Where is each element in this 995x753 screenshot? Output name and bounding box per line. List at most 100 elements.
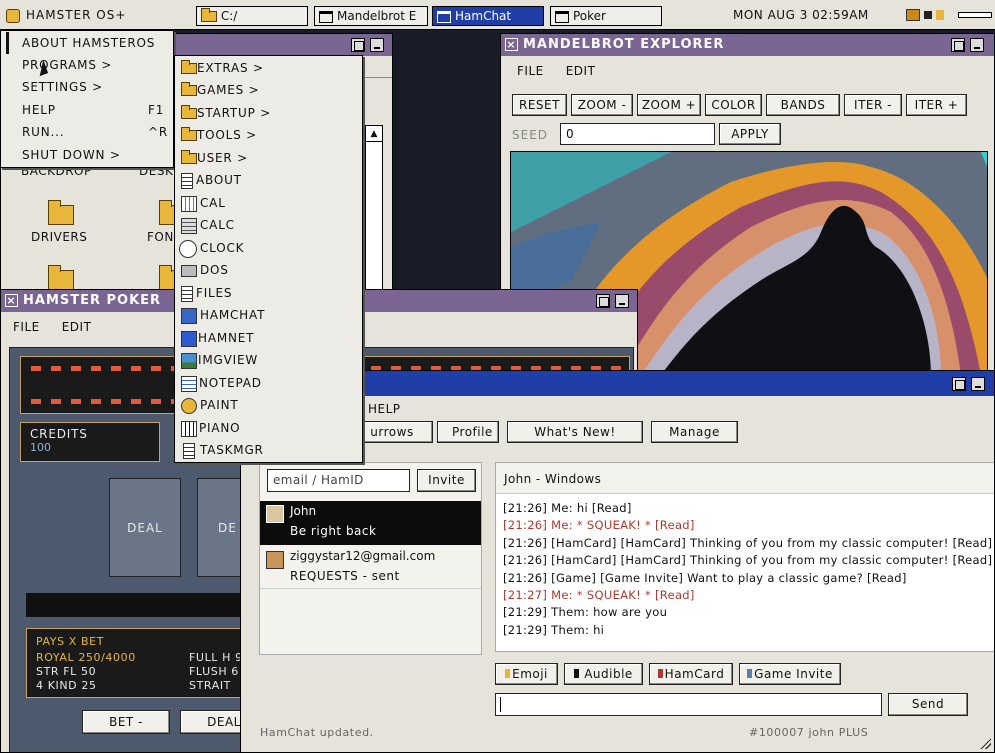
document-icon xyxy=(181,285,193,302)
avatar xyxy=(266,505,284,523)
minimize-button[interactable] xyxy=(370,38,384,52)
menu-file[interactable]: FILE xyxy=(517,64,544,78)
maximize-button[interactable] xyxy=(596,294,610,308)
menu-edit[interactable]: EDIT xyxy=(566,64,596,78)
programs-dos[interactable]: DOS xyxy=(175,259,362,281)
programs-taskmgr[interactable]: TASKMGR xyxy=(175,439,362,461)
menu-label: ABOUT xyxy=(196,173,242,187)
paytable-cell: 4 KIND 25 xyxy=(36,679,97,692)
audible-button[interactable]: Audible xyxy=(564,663,643,685)
folder-icon[interactable] xyxy=(48,265,74,290)
image-icon xyxy=(181,352,197,369)
volume-slider[interactable] xyxy=(958,12,992,18)
resize-grip-icon[interactable] xyxy=(979,737,991,749)
contact-name: John xyxy=(290,504,317,518)
menu-label: HELP xyxy=(22,103,56,117)
credits-panel: CREDITS 100 xyxy=(20,422,160,462)
folder-icon xyxy=(181,105,197,119)
volume-icon[interactable] xyxy=(936,10,954,20)
task-mandelbrot[interactable]: Mandelbrot E xyxy=(314,6,428,26)
programs-hamchat[interactable]: HAMCHAT xyxy=(175,304,362,326)
programs-piano[interactable]: PIANO xyxy=(175,417,362,439)
maximize-button[interactable] xyxy=(351,38,365,52)
iter-plus-button[interactable]: ITER + xyxy=(906,94,967,116)
menu-run[interactable]: RUN... ^R xyxy=(1,121,173,143)
tab-burrows[interactable]: urrows xyxy=(351,421,433,443)
task-explorer[interactable]: C:/ xyxy=(196,6,308,26)
network-icon[interactable] xyxy=(906,9,920,21)
battery-icon[interactable] xyxy=(924,11,932,19)
task-hamchat[interactable]: HamChat xyxy=(432,6,544,26)
hamster-logo-icon xyxy=(6,8,20,23)
seed-input[interactable]: 0 xyxy=(560,123,715,145)
bet-minus-button[interactable]: BET - xyxy=(82,710,170,734)
tab-profile[interactable]: Profile xyxy=(437,421,499,443)
maximize-button[interactable] xyxy=(951,38,965,52)
programs-games[interactable]: GAMES > xyxy=(175,79,362,101)
iter-minus-button[interactable]: ITER - xyxy=(844,94,902,116)
apply-button[interactable]: APPLY xyxy=(719,123,781,145)
menu-label: SETTINGS > xyxy=(22,80,103,94)
emoji-button[interactable]: Emoji xyxy=(495,663,558,685)
tab-whats-new[interactable]: What's New! xyxy=(507,421,643,443)
programs-notepad[interactable]: NOTEPAD xyxy=(175,372,362,394)
programs-user[interactable]: USER > xyxy=(175,147,362,169)
programs-cal[interactable]: CAL xyxy=(175,192,362,214)
card-slot[interactable]: DEAL xyxy=(109,478,181,577)
close-icon[interactable]: × xyxy=(505,38,518,51)
contacts-panel: email / HamID Invite John Be right back … xyxy=(259,462,482,655)
programs-hamnet[interactable]: HAMNET xyxy=(175,327,362,349)
programs-about[interactable]: ABOUT xyxy=(175,169,362,191)
programs-extras[interactable]: EXTRAS > xyxy=(175,57,362,79)
start-button[interactable]: HAMSTER OS+ xyxy=(2,4,178,26)
audible-swatch-icon xyxy=(574,669,580,678)
scroll-up-icon[interactable]: ▲ xyxy=(366,126,382,142)
zoom-in-button[interactable]: ZOOM + xyxy=(637,94,701,116)
reset-button[interactable]: RESET xyxy=(512,94,567,116)
folder-icon[interactable] xyxy=(48,200,74,225)
contact-row[interactable]: ziggystar12@gmail.com REQUESTS - sent xyxy=(260,545,481,589)
menu-help[interactable]: HELP xyxy=(368,402,401,416)
explorer-item-label[interactable]: DRIVERS xyxy=(31,230,87,244)
minimize-button[interactable] xyxy=(971,377,985,391)
clock[interactable]: MON AUG 3 02:59AM xyxy=(733,4,883,26)
programs-calc[interactable]: CALC xyxy=(175,214,362,236)
invite-input[interactable]: email / HamID xyxy=(267,469,410,492)
programs-paint[interactable]: PAINT xyxy=(175,394,362,416)
menu-settings[interactable]: SETTINGS > xyxy=(1,76,173,98)
programs-clock[interactable]: CLOCK xyxy=(175,237,362,259)
programs-files[interactable]: FILES xyxy=(175,282,362,304)
menu-label: GAMES > xyxy=(197,83,260,97)
explorer-item-label[interactable]: FON xyxy=(147,230,174,244)
send-button[interactable]: Send xyxy=(888,693,968,716)
menu-file[interactable]: FILE xyxy=(13,320,40,334)
close-icon[interactable]: × xyxy=(5,294,18,307)
menu-help[interactable]: HELP F1 xyxy=(1,99,173,121)
minimize-button[interactable] xyxy=(615,294,629,308)
explorer-scrollbar[interactable]: ▲ xyxy=(365,125,383,295)
menu-edit[interactable]: EDIT xyxy=(62,320,92,334)
task-poker[interactable]: Poker xyxy=(550,6,662,26)
menu-about-hamsteros[interactable]: ABOUT HAMSTEROS xyxy=(6,32,173,54)
hamcard-button[interactable]: HamCard xyxy=(649,663,733,685)
menu-label: ABOUT HAMSTEROS xyxy=(22,36,156,50)
menu-programs[interactable]: PROGRAMS > xyxy=(1,54,173,76)
programs-tools[interactable]: TOOLS > xyxy=(175,124,362,146)
menu-shut-down[interactable]: SHUT DOWN > xyxy=(1,144,173,166)
chat-icon xyxy=(181,307,197,324)
game-invite-button[interactable]: Game Invite xyxy=(739,663,841,685)
maximize-button[interactable] xyxy=(952,377,966,391)
programs-startup[interactable]: STARTUP > xyxy=(175,102,362,124)
menu-label: SHUT DOWN > xyxy=(22,148,121,162)
contact-row-selected[interactable]: John Be right back xyxy=(260,501,481,545)
zoom-out-button[interactable]: ZOOM - xyxy=(571,94,633,116)
programs-imgview[interactable]: IMGVIEW xyxy=(175,349,362,371)
color-button[interactable]: COLOR xyxy=(705,94,762,116)
mandelbrot-titlebar[interactable]: × MANDELBROT EXPLORER xyxy=(501,34,994,56)
minimize-button[interactable] xyxy=(970,38,984,52)
seed-label: SEED xyxy=(512,128,549,142)
invite-button[interactable]: Invite xyxy=(417,469,476,492)
tab-manage[interactable]: Manage xyxy=(651,421,738,443)
message-input[interactable] xyxy=(495,693,882,716)
bands-button[interactable]: BANDS xyxy=(766,94,840,116)
